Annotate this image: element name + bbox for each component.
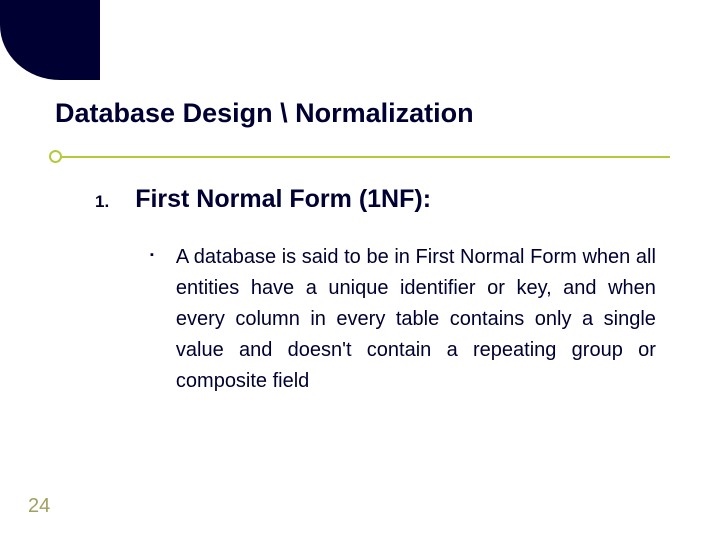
divider-circle-icon [49,150,62,163]
slide: Database Design \ Normalization 1. First… [0,0,720,540]
divider [0,145,720,165]
page-number: 24 [28,495,50,518]
item-heading: First Normal Form (1NF): [135,185,431,214]
item-number: 1. [95,192,109,212]
slide-title: Database Design \ Normalization [55,98,474,129]
divider-line [60,156,670,158]
numbered-item: 1. First Normal Form (1NF): [95,185,665,214]
decorative-corner [0,0,720,80]
content-body: 1. First Normal Form (1NF): ▪ A database… [95,185,665,397]
bullet-text: A database is said to be in First Normal… [176,242,656,397]
square-bullet-icon: ▪ [150,242,154,261]
bullet-item: ▪ A database is said to be in First Norm… [150,242,665,397]
